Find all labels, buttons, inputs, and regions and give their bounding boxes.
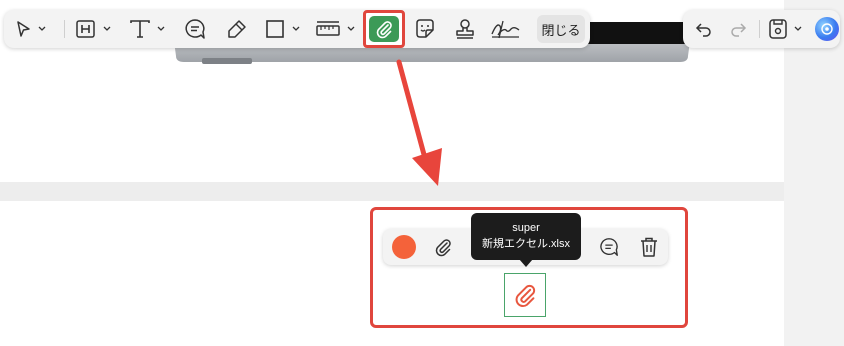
tooltip-author: super <box>512 222 540 234</box>
signature-icon <box>491 20 520 39</box>
annotation-attachment-button[interactable] <box>431 235 455 259</box>
ai-assistant-icon <box>821 23 833 35</box>
measure-icon <box>316 21 355 36</box>
attachment-tool-button[interactable] <box>363 10 405 48</box>
highlighter-icon <box>228 20 246 38</box>
text-icon <box>130 20 165 38</box>
toolbar-divider <box>64 20 65 38</box>
attachment-tool-active-bg <box>369 16 399 42</box>
tooltip-filename: 新規エクセル.xlsx <box>482 238 570 250</box>
select-tool-button[interactable] <box>12 15 48 43</box>
measure-tool-button[interactable] <box>314 15 360 43</box>
right-toolbar <box>683 10 840 48</box>
select-arrow-icon <box>17 21 46 37</box>
tooltip-tail <box>519 259 533 267</box>
color-picker-button[interactable] <box>392 235 416 259</box>
sticker-tool-button[interactable] <box>410 15 440 43</box>
pointer-arrow <box>396 59 442 186</box>
save-button[interactable] <box>767 15 807 43</box>
heading-tool-button[interactable] <box>74 15 116 43</box>
delete-icon <box>641 237 657 257</box>
text-tool-button[interactable] <box>128 15 170 43</box>
sticker-icon <box>416 19 434 38</box>
undo-button[interactable] <box>691 15 717 43</box>
shape-tool-button[interactable] <box>264 15 306 43</box>
undo-icon <box>695 23 711 37</box>
paperclip-icon <box>515 284 536 308</box>
highlighter-tool-button[interactable] <box>222 15 252 43</box>
attachment-annotation[interactable] <box>504 273 546 317</box>
redo-icon <box>731 23 747 37</box>
toolbar-divider <box>759 20 760 38</box>
heading-icon <box>76 20 111 38</box>
comment-icon <box>600 238 618 256</box>
attachment-icon <box>376 21 392 39</box>
comment-tool-button[interactable] <box>180 15 210 43</box>
stamp-tool-button[interactable] <box>450 15 480 43</box>
redo-button[interactable] <box>725 15 751 43</box>
signature-tool-button[interactable] <box>488 15 524 43</box>
ai-assistant-button[interactable] <box>815 17 839 41</box>
rectangle-icon <box>266 20 300 38</box>
annotation-comment-button[interactable] <box>597 235 621 259</box>
annotation-delete-button[interactable] <box>637 235 661 259</box>
save-icon <box>769 19 802 39</box>
scroll-gutter <box>784 0 844 346</box>
attachment-tooltip: super 新規エクセル.xlsx <box>471 213 581 260</box>
attachment-icon <box>435 239 451 257</box>
stamp-icon <box>456 19 474 39</box>
main-toolbar: 閉じる <box>4 10 590 48</box>
comment-icon <box>185 19 205 39</box>
close-button[interactable]: 閉じる <box>537 15 585 43</box>
